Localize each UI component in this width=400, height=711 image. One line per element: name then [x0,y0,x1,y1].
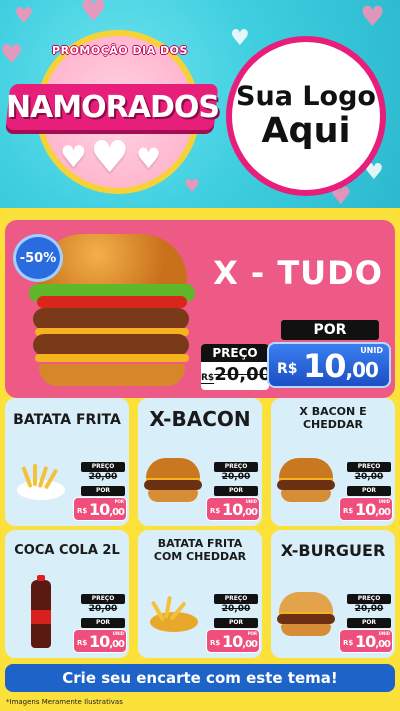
product-title: X-BACON [149,407,251,431]
product-card-batata-cheddar[interactable]: BATATA FRITA COM CHEDDAR PREÇO 20,00 POR… [138,530,262,658]
heart-icon: ♥ [14,4,34,29]
product-card-x-bacon-cheddar[interactable]: X BACON E CHEDDAR PREÇO 20,00 POR R$ 10,… [271,398,395,526]
main-content: -50% X - TUDO PREÇO R$20,00 POR R$ 10,00… [0,208,400,711]
product-title: BATATA FRITA [13,412,121,428]
burger-image [275,458,337,510]
currency: R$ [277,361,298,377]
old-price-box: PREÇO 20,00 [214,594,258,614]
logo-placeholder[interactable]: Sua Logo Aqui [226,36,386,196]
logo-text-line1: Sua Logo [236,81,376,113]
price-tag: R$ 10,00 UNID [339,629,393,653]
old-price-box: PREÇO 20,00 [214,462,258,482]
promo-title: NAMORADOS [5,89,219,125]
discount-badge: -50% [13,234,63,282]
hearts-decoration: ♥ ♥ ♥ [60,132,180,183]
price-tag: R$ 10,00 UNID [339,497,393,521]
featured-product-card[interactable]: -50% X - TUDO PREÇO R$20,00 POR R$ 10,00… [5,220,395,398]
por-label: POR [281,320,379,340]
product-card-coca-cola[interactable]: COCA COLA 2L PREÇO 20,00 POR R$ 10,00 UN… [5,530,129,658]
heart-icon: ♥ [136,142,162,175]
disclaimer-text: *Imagens Meramente Ilustrativas [6,698,123,706]
cta-banner[interactable]: Crie seu encarte com este tema! [5,664,395,692]
price-tag: R$ 10,00 UNID [73,629,127,653]
por-label: POR [214,486,258,496]
heart-icon: ♥ [230,26,250,51]
old-price-box: PREÇO 20,00 [81,594,125,614]
new-price-box: POR R$ 10,00 UNID [267,320,391,390]
header-banner: ♥ ♥ ♥ ♥ ♥ ♥ ♥ ♥ PROMOÇÃO DIA DOS NAMORAD… [0,0,400,208]
heart-icon: ♥ [90,132,130,183]
price-tag: R$ 10,00 POR [73,497,127,521]
burger-image [142,458,204,510]
fries-image [9,454,71,506]
product-title: COCA COLA 2L [14,543,120,558]
fries-cheddar-image [142,590,204,642]
unit-label: UNID [360,346,383,355]
price-tag: R$ 10,00 POR [206,629,260,653]
product-title: X-BURGUER [280,541,386,560]
price-tag: R$ 10,00 UNID [267,342,391,388]
preco-label: PREÇO [201,344,269,362]
price-tag: R$ 10,00 UNID [206,497,260,521]
soda-bottle-image [9,575,71,652]
old-price-box: PREÇO 20,00 [347,462,391,482]
heart-icon: ♥ [360,0,386,33]
por-label: POR [81,486,125,496]
product-title: X BACON E CHEDDAR [299,405,367,431]
por-label: POR [81,618,125,628]
old-price-box: PREÇO 20,00 [81,462,125,482]
product-card-x-bacon[interactable]: X-BACON PREÇO 20,00 POR R$ 10,00 UNID [138,398,262,526]
product-title: BATATA FRITA COM CHEDDAR [153,537,247,563]
featured-product-title: X - TUDO [213,254,383,292]
por-label: POR [347,618,391,628]
por-label: POR [347,486,391,496]
product-card-x-burguer[interactable]: X-BURGUER PREÇO 20,00 POR R$ 10,00 UNID [271,530,395,658]
old-price: R$20,00 [201,364,272,385]
product-card-batata-frita[interactable]: BATATA FRITA PREÇO 20,00 POR R$ 10,00 PO… [5,398,129,526]
promo-title-banner: NAMORADOS [6,84,219,130]
old-price-box: PREÇO 20,00 [347,594,391,614]
heart-icon: ♥ [80,0,107,29]
logo-text-line2: Aqui [261,111,351,152]
promo-arc-text: PROMOÇÃO DIA DOS [52,44,188,57]
burger-image [275,592,337,644]
heart-icon: ♥ [60,140,87,175]
heart-icon: ♥ [0,40,24,70]
heart-icon: ♥ [184,176,201,197]
old-price-box: PREÇO R$20,00 [201,344,272,390]
por-label: POR [214,618,258,628]
